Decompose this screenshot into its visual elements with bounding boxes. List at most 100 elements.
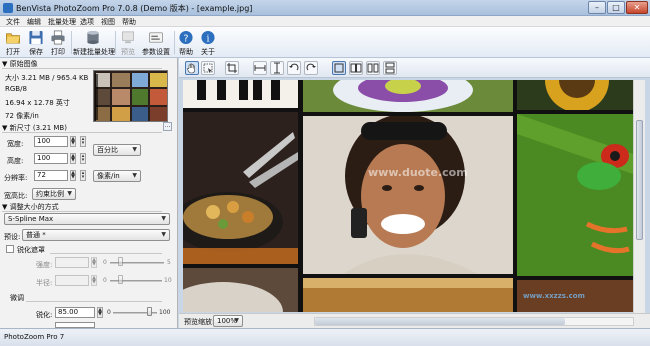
width-label: 宽度: (7, 140, 24, 148)
divider (2, 68, 162, 69)
menu-edit[interactable]: 编辑 (27, 17, 41, 27)
original-size: 大小 3.21 MB / 965.4 KB (5, 74, 89, 82)
single-view-button[interactable] (332, 61, 346, 75)
menu-batch[interactable]: 批量处理 (48, 17, 76, 27)
preview-icon (122, 31, 134, 44)
split-view-button[interactable] (349, 61, 363, 75)
chevron-down-icon: ▼ (132, 172, 137, 179)
maximize-button[interactable]: □ (607, 1, 625, 14)
divider (26, 301, 162, 302)
toolbar-separator (174, 31, 175, 54)
toolbar-separator (71, 31, 72, 54)
status-bar: PhotoZoom Pro 7 (0, 328, 650, 346)
menu-options[interactable]: 选项 (80, 17, 94, 27)
side-by-side-button[interactable] (366, 61, 380, 75)
rotate-right-icon (306, 63, 316, 71)
resolution-field[interactable]: 72 (34, 170, 68, 181)
new-batch-button[interactable]: 新建批量处理 (73, 28, 115, 57)
sunflower-image (545, 80, 609, 110)
rotate-right-button[interactable] (304, 61, 318, 75)
radius-label: 半径: (36, 279, 53, 287)
width-field[interactable]: 100 (34, 136, 68, 147)
chevron-down-icon: ▼ (161, 231, 166, 238)
vertical-fit-icon (274, 62, 280, 74)
image-thumbnail[interactable] (93, 70, 168, 122)
color-mode: RGB/8 (5, 85, 27, 93)
zoom-select[interactable]: 100% ▼ (213, 315, 243, 327)
menu-help[interactable]: 帮助 (122, 17, 136, 27)
save-button[interactable]: 保存 (25, 28, 47, 57)
sharpness-spinner[interactable]: ▲ ▼ (97, 307, 103, 318)
preset-select[interactable]: 普通 * ▼ (22, 229, 170, 241)
bottom-left-image (183, 282, 283, 312)
menu-view[interactable]: 视图 (101, 17, 115, 27)
rotate-left-icon (289, 63, 299, 71)
folder-open-icon (6, 33, 20, 44)
sharpness-min: 0 (107, 309, 111, 316)
height-field[interactable]: 100 (34, 153, 68, 164)
height-step-button[interactable]: ▴ ▾ (80, 153, 86, 164)
minimize-button[interactable]: – (588, 1, 606, 14)
image-preview[interactable]: www.duote.com www.xxzzs.com (183, 80, 633, 312)
strength-label: 强度: (36, 261, 53, 269)
hand-tool-button[interactable] (185, 61, 199, 75)
original-resolution: 72 像素/in (5, 112, 39, 120)
chevron-down-icon: ▼ (161, 215, 166, 222)
food-pan-photo (183, 112, 298, 264)
svg-text:?: ? (184, 33, 189, 44)
height-label: 高度: (7, 157, 24, 165)
sharpness-slider-thumb[interactable] (147, 307, 153, 316)
zoom-bar: 预览缩放: 100% ▼ (179, 313, 650, 328)
menu-bar: 文件 编辑 批量处理 选项 视图 帮助 (0, 16, 650, 27)
height-spinner[interactable]: ▲ ▼ (70, 153, 76, 164)
size-unit-select[interactable]: 百分比 ▼ (93, 144, 141, 156)
help-button[interactable]: ? 帮助 (176, 28, 196, 57)
fit-width-button[interactable] (253, 61, 267, 75)
select-tool-button[interactable] (201, 61, 215, 75)
menu-file[interactable]: 文件 (6, 17, 20, 27)
about-button[interactable]: i 关于 (198, 28, 218, 57)
info-icon: i (201, 30, 215, 44)
passion-flower-photo (303, 80, 513, 112)
horizontal-scrollbar[interactable] (314, 317, 634, 326)
resolution-unit-select[interactable]: 像素/in ▼ (93, 170, 141, 182)
chevron-down-icon: ▼ (67, 190, 72, 197)
sharpness-max: 100 (159, 309, 171, 316)
stacked-view-button[interactable] (383, 61, 397, 75)
thumbnail-collage (94, 71, 167, 121)
chevron-down-icon: ▼ (234, 317, 239, 324)
frog-image (517, 114, 633, 276)
preview-button[interactable]: 预览 (118, 28, 138, 57)
vertical-scroll-thumb[interactable] (636, 120, 643, 240)
selection-icon (203, 63, 213, 73)
width-step-button[interactable]: ▴ ▾ (80, 136, 86, 147)
aspect-ratio-select[interactable]: 约束比例 ▼ (32, 188, 76, 200)
vertical-scrollbar[interactable] (633, 80, 645, 315)
more-options-button[interactable]: … (163, 122, 172, 131)
width-spinner[interactable]: ▲ ▼ (70, 136, 76, 147)
database-icon (87, 30, 99, 45)
open-button[interactable]: 打开 (2, 28, 24, 57)
print-button[interactable]: 打印 (47, 28, 69, 57)
rotate-left-button[interactable] (287, 61, 301, 75)
resolution-label: 分辨率: (4, 174, 28, 182)
watermark-corner: www.xxzzs.com (523, 292, 585, 300)
flower-image (333, 80, 473, 112)
unsharp-mask-checkbox[interactable] (6, 245, 14, 253)
parameter-settings-button[interactable]: 参数设置 (140, 28, 172, 57)
crop-tool-button[interactable] (225, 61, 239, 75)
resolution-step-button[interactable]: ▴ ▾ (80, 170, 86, 181)
fit-height-button[interactable] (270, 61, 284, 75)
sunflower-photo (517, 80, 633, 110)
divider (50, 253, 162, 254)
resize-method-select[interactable]: S-Spline Max ▼ (4, 213, 170, 225)
horizontal-scroll-thumb[interactable] (315, 318, 565, 325)
resolution-spinner[interactable]: ▲ ▼ (70, 170, 76, 181)
close-button[interactable]: ✕ (626, 1, 648, 14)
sharpness-field[interactable]: 85.00 (55, 307, 95, 318)
settings-panel: ▼ 原始图像 大小 3.21 MB / 965.4 KB RGB/8 16.94… (0, 58, 178, 328)
settings-icon (149, 32, 163, 43)
preset-label: 预设: (4, 233, 21, 241)
divider (2, 211, 162, 212)
bottom-center-image (303, 278, 513, 312)
